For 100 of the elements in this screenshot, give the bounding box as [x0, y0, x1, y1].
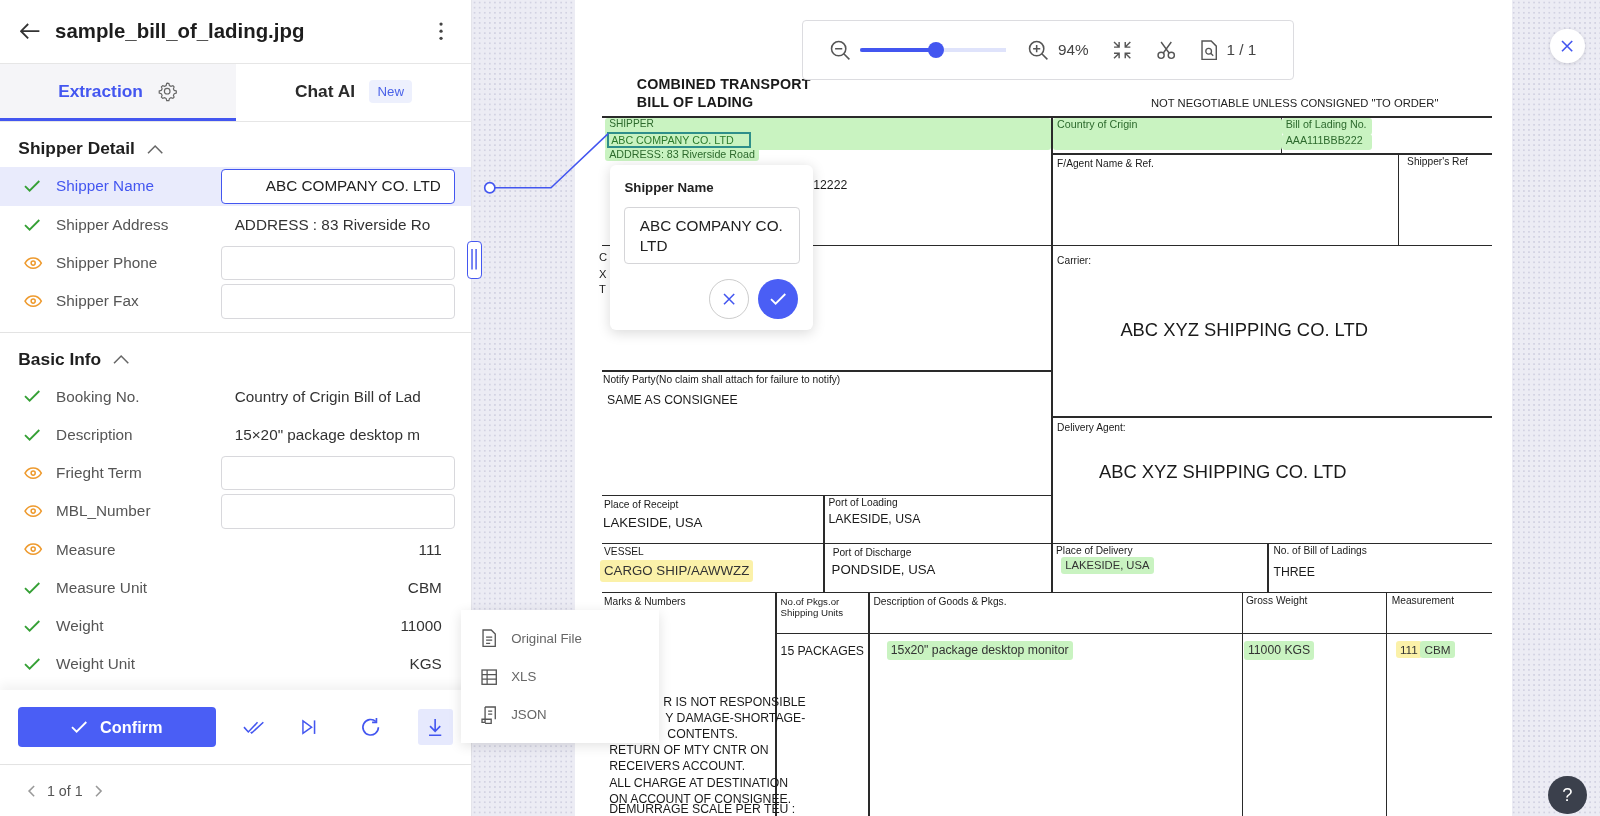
input-field[interactable]	[221, 493, 456, 529]
field-value: RECEIVERS ACCOUNT.	[609, 759, 746, 774]
field-label: Place of Receipt	[604, 498, 679, 511]
field-label: Measure	[56, 540, 116, 559]
script-icon	[480, 705, 497, 725]
field-value: RETURN OF MTY CNTR ON	[609, 742, 769, 757]
settings-icon[interactable]	[157, 81, 178, 102]
field-row[interactable]: Shipper Name ABC COMPANY CO. LTD	[0, 167, 472, 206]
input-field[interactable]	[221, 283, 456, 319]
field-row[interactable]: Weight Unit KGS	[0, 645, 472, 684]
skip-end-icon[interactable]	[301, 718, 317, 736]
highlighted-text: Country of Crigin	[1053, 118, 1282, 150]
next-icon[interactable]	[94, 784, 103, 797]
field-label: Shipper Fax	[56, 292, 139, 311]
slider-thumb[interactable]	[927, 41, 945, 59]
field-label: Port of Loading	[828, 496, 898, 509]
close-icon	[722, 293, 736, 306]
field-label: Frieght Term	[56, 464, 142, 483]
field-label: Shipper's Ref	[1407, 156, 1468, 168]
double-check-icon[interactable]	[243, 719, 265, 735]
help-button[interactable]: ?	[1547, 775, 1587, 815]
accept-button[interactable]	[758, 279, 798, 320]
zoom-out-icon[interactable]	[829, 39, 850, 61]
field-label: Shipper Name	[56, 177, 154, 196]
field-value: Country of Crigin Bill of Lad	[233, 387, 421, 406]
field-label: Notify Party(No claim shall attach for failure to notify)	[603, 374, 841, 387]
company-name: ABC XYZ SHIPPING CO. LTD	[1098, 461, 1347, 483]
zoom-level: 94%	[1058, 41, 1089, 59]
field-row[interactable]: Frieght Term	[0, 453, 472, 493]
page-search-icon[interactable]	[1200, 39, 1218, 61]
resize-handle[interactable]	[467, 240, 482, 279]
field-label: VESSEL	[604, 545, 644, 558]
collapse-icon[interactable]	[1113, 40, 1132, 60]
field-row[interactable]: Weight 11000	[0, 606, 472, 646]
check-icon	[769, 293, 787, 306]
back-icon[interactable]	[20, 23, 41, 40]
chevron-icon[interactable]	[113, 353, 130, 365]
highlighted-text: LAKESIDE, USA	[1061, 557, 1154, 575]
input-field[interactable]	[221, 245, 456, 281]
popup-title: Shipper Name	[624, 179, 715, 195]
field-value: PONDSIDE, USA	[831, 562, 936, 578]
highlighted-text: CBM	[1420, 640, 1455, 659]
field-row[interactable]: Shipper Phone	[0, 243, 472, 283]
field-label: No.of Pkgs.or Shipping Units	[780, 595, 845, 619]
field-row[interactable]: Booking No. Country of Crigin Bill of Lad	[0, 377, 472, 416]
document-title: BILL OF LADING	[636, 93, 754, 111]
download-button[interactable]	[417, 708, 454, 746]
refresh-icon[interactable]	[359, 715, 381, 739]
menu-item[interactable]: JSON	[511, 707, 547, 723]
field-row[interactable]: Shipper Address ADDRESS : 83 Riverside Ro	[0, 205, 472, 244]
document-title: COMBINED TRANSPORT	[636, 75, 811, 92]
field-label: Port of Discharge	[832, 546, 912, 559]
field-label: Weight Unit	[56, 655, 135, 674]
field-value: ADDRESS : 83 Riverside Ro	[233, 215, 431, 234]
menu-item[interactable]: Original File	[511, 631, 582, 646]
field-row[interactable]: Shipper Fax	[0, 282, 472, 321]
close-button[interactable]	[1549, 28, 1585, 64]
highlighted-text: 11000 KGS	[1243, 640, 1315, 661]
field-label: Marks & Numbers	[604, 595, 686, 608]
field-value: 12222	[813, 177, 848, 192]
field-row[interactable]: Description 15×20" package desktop m	[0, 415, 472, 454]
check-icon	[71, 720, 88, 734]
input-field[interactable]: ABC COMPANY CO. LTD	[221, 169, 456, 204]
file-title: sample_bill_of_lading.jpg	[55, 20, 306, 44]
highlighted-text: 111	[1395, 640, 1422, 659]
page-indicator: 1 / 1	[1226, 41, 1257, 59]
field-label: Measurement	[1391, 594, 1455, 607]
tab[interactable]: Chat AI	[295, 80, 355, 102]
tab[interactable]: Extraction	[58, 80, 143, 102]
field-label: F/Agent Name & Ref.	[1057, 158, 1154, 170]
download-icon	[428, 717, 443, 737]
field-label: Measure Unit	[56, 578, 148, 597]
text-area[interactable]: ABC COMPANY CO. LTD	[624, 206, 800, 264]
field-value: LAKESIDE, USA	[828, 512, 921, 527]
more-icon[interactable]	[438, 22, 443, 41]
field-value: X	[598, 268, 607, 282]
field-value: SAME AS CONSIGNEE	[607, 392, 738, 407]
zoom-in-icon[interactable]	[1028, 39, 1049, 61]
field-row[interactable]: Measure 111	[0, 530, 472, 569]
close-icon	[1561, 39, 1574, 52]
input-field[interactable]	[221, 455, 456, 491]
field-row[interactable]: MBL_Number	[0, 492, 472, 531]
highlighted-text: CARGO SHIP/AAWWZZ	[599, 560, 754, 582]
highlighted-text: 15x20" package desktop monitor	[886, 640, 1073, 661]
confirm-button[interactable]: Confirm	[18, 707, 216, 747]
chevron-icon[interactable]	[147, 143, 164, 155]
menu-item[interactable]: XLS	[511, 669, 537, 685]
field-value: C	[598, 251, 608, 264]
field-label: Gross Weight	[1245, 594, 1308, 607]
field-row[interactable]: Measure Unit CBM	[0, 568, 472, 607]
field-label: Weight	[56, 617, 104, 636]
field-value: THREE	[1273, 565, 1315, 580]
scissors-icon[interactable]	[1156, 39, 1177, 61]
previous-icon[interactable]	[26, 784, 35, 797]
field-value: 15 PACKAGES	[780, 643, 864, 658]
selected-text: ABC COMPANY CO. LTD	[607, 131, 751, 148]
document-notice: NOT NEGOTIABLE UNLESS CONSIGNED "TO ORDER"	[1151, 96, 1439, 110]
company-name: ABC XYZ SHIPPING CO. LTD	[1120, 319, 1368, 341]
new-badge: New	[369, 79, 413, 103]
field-label: Description of Goods & Pkgs.	[873, 595, 1007, 608]
